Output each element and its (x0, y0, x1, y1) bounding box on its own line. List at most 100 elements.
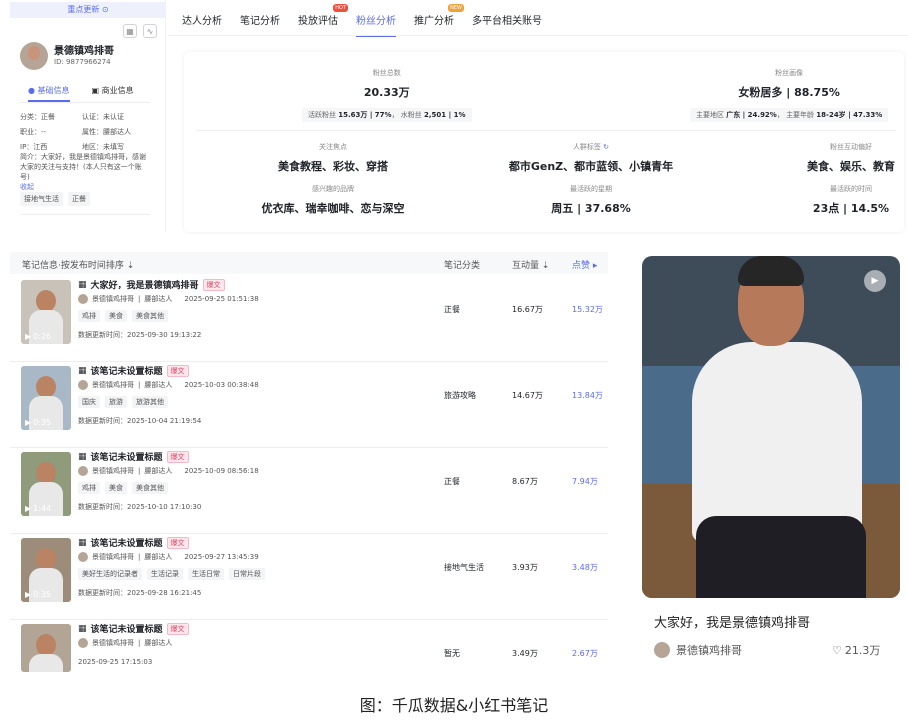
note-tag: 美食 (105, 482, 127, 494)
note-icon: ▦ (78, 451, 87, 462)
tab-creator-analysis[interactable]: 达人分析 (182, 12, 222, 37)
play-icon: ▶ (25, 590, 32, 599)
note-title[interactable]: 该笔记未设置标题 (91, 536, 163, 549)
tab-fan-analysis[interactable]: 粉丝分析 (356, 12, 396, 37)
table-row[interactable]: ▶ 1:44 ▦ 该笔记未设置标题 爆文 景德镇鸡排哥 | 腰部达人 2025-10-… (10, 448, 608, 534)
update-time: 数据更新时间：2025-09-28 16:21:45 (78, 589, 202, 597)
tab-basic-info[interactable]: ● 基础信息 (28, 85, 70, 102)
note-card-likes[interactable]: ♡ 21.3万 (832, 642, 880, 658)
tab-note-analysis[interactable]: 笔记分析 (240, 12, 280, 37)
heart-icon[interactable]: ♡ (832, 644, 842, 657)
profile-name: 景德镇鸡排哥 (54, 46, 114, 57)
note-title[interactable]: 该笔记未设置标题 (91, 364, 163, 377)
figure-caption: 图：千瓜数据&小红书笔记 (359, 696, 549, 715)
grid-icon[interactable]: ▦ (123, 24, 137, 38)
table-header: 笔记信息·按发布时间排序 ⇣ 笔记分类 互动量 ⇣ 点赞 ▸ (10, 252, 608, 274)
viral-badge: 爆文 (202, 278, 225, 291)
like-count: 15.32万 (572, 305, 603, 314)
viral-badge: 爆文 (166, 536, 189, 549)
active-week-stat: 最活跃的星期 周五 | 37.68% (551, 185, 631, 215)
table-row[interactable]: ▶ 0:35 ▦ 该笔记未设置标题 爆文 景德镇鸡排哥 | 腰部达人 2025-10-… (10, 362, 608, 448)
note-icon: ▦ (78, 537, 87, 548)
table-row[interactable]: ▶ 0:35 ▦ 该笔记未设置标题 爆文 景德镇鸡排哥 | 腰部达人 2025-09-… (10, 534, 608, 620)
play-icon: ▶ (25, 418, 32, 427)
video-thumbnail[interactable] (21, 624, 71, 672)
fan-total-stat: 粉丝总数 20.33万 活跃粉丝 15.63万 | 77%， 水粉丝 2,501… (302, 68, 472, 122)
profile-info: 分类：正餐 认证：未认证 职业：-- 属性：腰部达人 IP：江西 地区：未填写 (20, 113, 131, 151)
tab-promo-analysis[interactable]: 推广分析 NEW (414, 4, 464, 37)
tab-ad-evaluation[interactable]: 投放评估 HOT (298, 4, 348, 37)
note-card-title[interactable]: 大家好，我是景德镇鸡排哥 (654, 612, 810, 631)
note-category: 正餐 (444, 477, 460, 486)
interaction-count: 3.93万 (512, 563, 538, 572)
col-category: 笔记分类 (444, 261, 481, 271)
like-count: 13.84万 (572, 391, 603, 400)
top-nav: 达人分析 笔记分析 投放评估 HOT 粉丝分析 推广分析 NEW 多平台相关账号 (182, 4, 542, 37)
note-tag: 国庆 (78, 396, 100, 408)
note-category: 旅游攻略 (444, 391, 476, 400)
viral-badge: 爆文 (166, 622, 189, 635)
avatar (78, 380, 88, 390)
interaction-count: 16.67万 (512, 305, 543, 314)
tab-business-info[interactable]: ▣ 商业信息 (92, 85, 134, 102)
refresh-icon[interactable]: ↻ (603, 143, 609, 151)
avatar (78, 552, 88, 562)
note-title[interactable]: 该笔记未设置标题 (91, 622, 163, 635)
avatar (78, 638, 88, 648)
profile-tag: 正餐 (68, 192, 90, 206)
tab-multi-platform[interactable]: 多平台相关账号 (472, 12, 542, 37)
profile-tag: 接地气生活 (20, 192, 63, 206)
note-category: 正餐 (444, 305, 460, 314)
active-time-stat: 最活跃的时间 23点 | 14.5% (812, 185, 890, 215)
focus-stat: 关注焦点 美食教程、彩妆、穿搭 (278, 143, 388, 173)
interaction-count: 8.67万 (512, 477, 538, 486)
video-thumbnail[interactable]: ▶ 1:44 (21, 452, 71, 516)
play-icon: ▶ (25, 332, 32, 341)
video-thumbnail[interactable]: ▶ 0:26 (21, 280, 71, 344)
col-note-info[interactable]: 笔记信息·按发布时间排序 ⇣ (22, 258, 134, 271)
play-icon: ▶ (25, 504, 32, 513)
fan-analysis-card: 粉丝总数 20.33万 活跃粉丝 15.63万 | 77%， 水粉丝 2,501… (184, 52, 904, 232)
note-card-author[interactable]: 景德镇鸡排哥 (654, 642, 742, 658)
note-video-cover[interactable]: ▶ (642, 256, 900, 598)
video-thumbnail[interactable]: ▶ 0:35 (21, 538, 71, 602)
collapse-link[interactable]: 收起 (20, 183, 34, 191)
table-row[interactable]: ▶ 0:26 ▦ 大家好，我是景德镇鸡排哥 爆文 景德镇鸡排哥 | 腰部达人 2025… (10, 276, 608, 362)
like-count: 7.94万 (572, 477, 598, 486)
crowd-tag-stat: 人群标签 ↻ 都市GenZ、都市蓝领、小镇青年 (508, 143, 674, 173)
note-tag: 日常片段 (229, 568, 265, 580)
note-icon: ▦ (78, 623, 87, 634)
note-tag: 美食 (105, 310, 127, 322)
note-tag: 美食其他 (132, 310, 168, 322)
col-likes[interactable]: 点赞 ▸ (572, 258, 597, 271)
divider (20, 102, 150, 103)
note-tag: 鸡排 (78, 482, 100, 494)
interact-pref-stat: 粉丝互动偏好 美食、娱乐、教育 (807, 143, 895, 173)
video-thumbnail[interactable]: ▶ 0:35 (21, 366, 71, 430)
table-row[interactable]: ▦ 该笔记未设置标题 爆文 景德镇鸡排哥 | 腰部达人 2025-09-25 17:… (10, 620, 608, 672)
interaction-count: 14.67万 (512, 391, 543, 400)
avatar (78, 294, 88, 304)
note-tag: 生活日常 (188, 568, 224, 580)
brand-stat: 感兴趣的品牌 优衣库、瑞幸咖啡、恋与深空 (261, 185, 405, 215)
profile-sidebar: ▦ ∿ 景德镇鸡排哥 ID: 9877966274 ● 基础信息 ▣ 商业信息 … (10, 0, 166, 232)
note-title[interactable]: 该笔记未设置标题 (91, 450, 163, 463)
update-time: 数据更新时间：2025-10-04 21:19:54 (78, 417, 202, 425)
note-tag: 鸡排 (78, 310, 100, 322)
fan-portrait-stat: 粉丝画像 女粉居多 | 88.75% 主要地区 广东 | 24.92%， 主要年… (690, 68, 889, 122)
note-tag: 美好生活的记录者 (78, 568, 142, 580)
hot-badge: HOT (333, 4, 348, 12)
play-icon[interactable]: ▶ (864, 270, 886, 292)
note-icon: ▦ (78, 279, 87, 290)
note-category: 暂无 (444, 649, 460, 658)
note-title[interactable]: 大家好，我是景德镇鸡排哥 (91, 278, 199, 291)
update-time: 2025-09-25 17:15:03 (78, 658, 153, 666)
like-count: 3.48万 (572, 563, 598, 572)
col-interactions[interactable]: 互动量 ⇣ (512, 258, 549, 271)
note-icon: ▦ (78, 365, 87, 376)
note-tag: 生活记录 (147, 568, 183, 580)
pulse-icon[interactable]: ∿ (143, 24, 157, 38)
interaction-count: 3.49万 (512, 649, 538, 658)
update-banner[interactable]: 重点更新 ⊙ (10, 2, 166, 18)
divider (20, 214, 150, 215)
